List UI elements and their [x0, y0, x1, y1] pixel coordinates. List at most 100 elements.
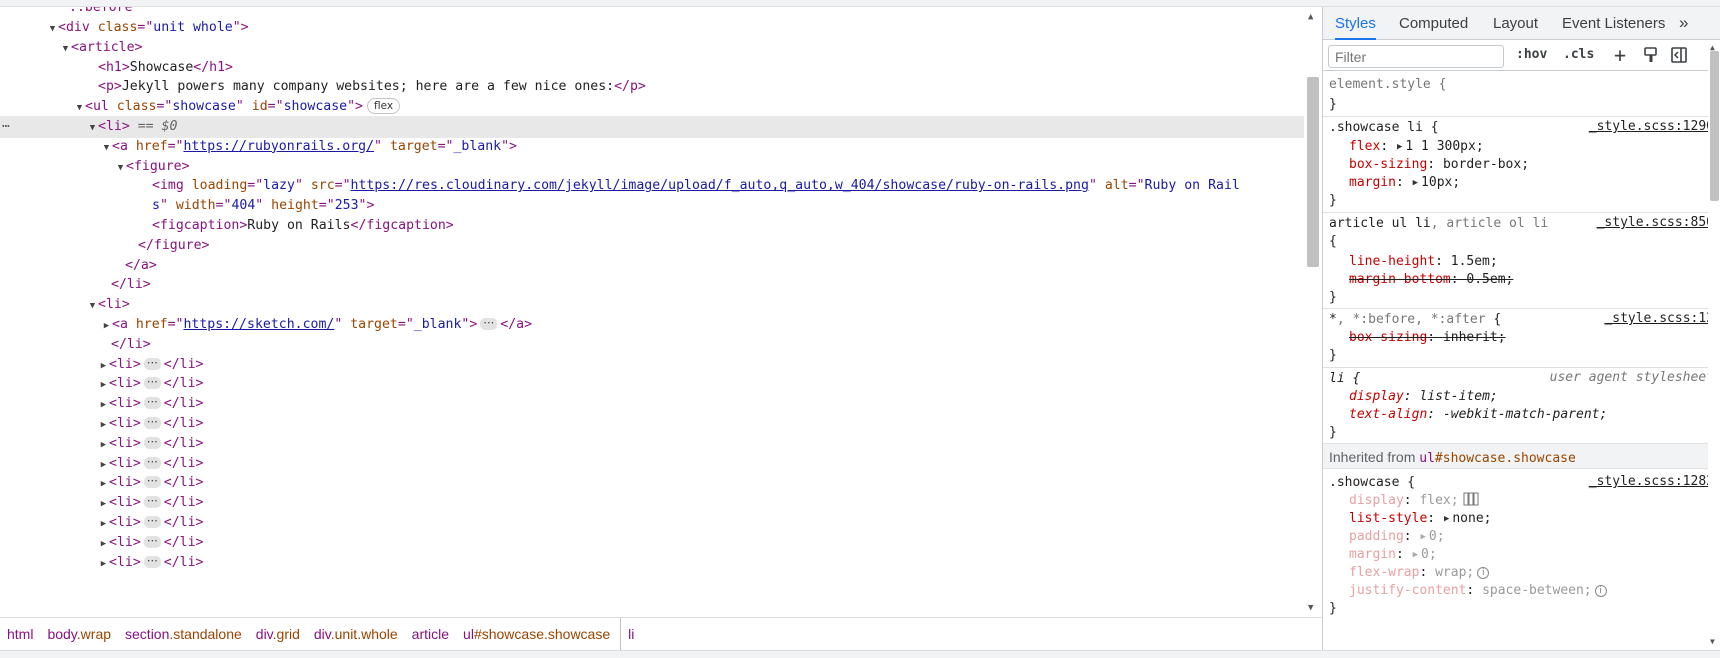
ellipsis-icon[interactable]: ⋯ — [143, 515, 161, 528]
cls-button[interactable]: .cls — [1563, 47, 1594, 62]
ellipsis-icon[interactable]: ⋯ — [143, 396, 161, 410]
dom-node[interactable]: </a> — [0, 255, 1304, 277]
breadcrumb-item[interactable]: html — [0, 618, 40, 651]
dom-node[interactable]: ▼ <article> — [0, 37, 1304, 59]
dom-node[interactable]: </li> — [0, 334, 1304, 356]
ellipsis-icon[interactable]: ⋯ — [143, 456, 161, 469]
dom-node[interactable]: </figure> — [0, 235, 1304, 257]
dom-node-collapsed[interactable]: ▶ <li> ⋯ </li> — [0, 413, 1304, 435]
expand-triangle-icon[interactable]: ▶ — [1444, 510, 1449, 528]
dom-node-collapsed[interactable]: ▶ <li> ⋯ </li> — [0, 433, 1304, 455]
scrollbar-thumb[interactable] — [1710, 51, 1719, 201]
dom-node[interactable]: s" width="404" height="253"> — [0, 195, 1304, 217]
dom-node[interactable]: ▼ <figure> — [0, 156, 1304, 178]
dom-node[interactable]: ▼ <li> — [0, 294, 1304, 316]
ellipsis-icon[interactable]: ⋯ — [143, 475, 161, 489]
flexbox-editor-icon[interactable] — [1463, 492, 1479, 506]
attribute-link[interactable]: https://sketch.com/ — [183, 317, 334, 332]
css-property-inactive[interactable]: display: flex; — [1349, 492, 1479, 510]
attribute-link[interactable]: https://rubyonrails.org/ — [183, 139, 374, 154]
rule-selector[interactable]: *, *:before, *:after { — [1329, 311, 1501, 329]
rule-source-link[interactable]: _style.scss:1282 — [1589, 474, 1714, 489]
css-property-inactive[interactable]: flex-wrap: wrap; i — [1349, 564, 1490, 582]
ellipsis-icon[interactable]: ⋯ — [143, 495, 161, 509]
more-tabs-icon[interactable]: » — [1679, 7, 1688, 40]
rule-selector[interactable]: .showcase li { — [1329, 119, 1439, 137]
dom-node[interactable]: ▼ <a href="https://rubyonrails.org/" targ… — [0, 136, 1304, 158]
dom-node-collapsed[interactable]: ▶ <li> ⋯ </li> — [0, 552, 1304, 574]
rule-source-link[interactable]: _style.scss:12 — [1604, 311, 1714, 326]
elements-tree[interactable]: ::before ▼ <div class="unit whole"> ▼ <artic… — [0, 7, 1304, 617]
css-property[interactable]: box-sizing: border-box; — [1349, 156, 1529, 174]
element-style-selector[interactable]: element.style { — [1329, 76, 1446, 94]
tab-layout[interactable]: Layout — [1493, 7, 1538, 40]
dom-node-selected[interactable]: ⋯ ▼ <li> == $0 — [0, 116, 1304, 138]
scroll-down-icon[interactable]: ▼ — [1308, 603, 1313, 613]
dom-node[interactable]: <figcaption>Ruby on Rails</figcaption> — [0, 215, 1304, 237]
breadcrumb-item[interactable]: li — [620, 617, 641, 651]
tab-event-listeners[interactable]: Event Listeners — [1562, 7, 1665, 40]
dom-node[interactable]: <img loading="lazy" src="https://res.clo… — [0, 175, 1304, 197]
elements-scrollbar[interactable]: ▲ ▼ — [1304, 7, 1320, 617]
dom-node-collapsed[interactable]: ▶ <li> ⋯ </li> — [0, 354, 1304, 376]
attribute-link[interactable]: https://res.cloudinary.com/jekyll/image/… — [351, 178, 1089, 193]
rule-selector[interactable]: .showcase { — [1329, 474, 1415, 492]
dom-node[interactable]: <h1>Showcase</h1> — [0, 57, 1304, 79]
scroll-up-icon[interactable]: ▲ — [1308, 12, 1313, 22]
dom-node-collapsed[interactable]: ▶ <li> ⋯ </li> — [0, 492, 1304, 514]
css-property[interactable]: list-style: ▶ none; — [1349, 510, 1492, 528]
paint-brush-icon[interactable] — [1641, 46, 1661, 66]
expand-triangle-icon[interactable]: ▶ — [1420, 528, 1425, 546]
tab-computed[interactable]: Computed — [1399, 7, 1468, 40]
breadcrumb-item[interactable]: ul#showcase.showcase — [456, 618, 617, 651]
breadcrumb-item[interactable]: section.standalone — [118, 618, 249, 651]
dom-node-collapsed[interactable]: ▶ <li> ⋯ </li> — [0, 373, 1304, 395]
css-property-overridden[interactable]: margin-bottom: 0.5em; — [1349, 271, 1513, 289]
css-property[interactable]: margin: ▶ 10px; — [1349, 174, 1460, 192]
rule-source-link[interactable]: _style.scss:1290 — [1589, 119, 1714, 134]
css-property-inactive[interactable]: justify-content: space-between; i — [1349, 582, 1607, 600]
dom-node-collapsed[interactable]: ▶ <li> ⋯ </li> — [0, 512, 1304, 534]
breadcrumb-item[interactable]: body.wrap — [40, 618, 118, 651]
scroll-down-icon[interactable]: ▼ — [1710, 637, 1715, 646]
expand-triangle-icon[interactable]: ▶ — [1413, 546, 1418, 564]
dom-node[interactable]: <p>Jekyll powers many company websites; … — [0, 76, 1304, 98]
ellipsis-icon[interactable]: ⋯ — [143, 436, 161, 449]
ellipsis-icon[interactable]: ⋯ — [143, 376, 161, 390]
dom-node-collapsed[interactable]: ▶ <li> ⋯ </li> — [0, 472, 1304, 494]
dom-node-collapsed[interactable]: ▶ <li> ⋯ </li> — [0, 453, 1304, 475]
ellipsis-icon[interactable]: ⋯ — [480, 317, 498, 330]
css-property-inactive[interactable]: padding: ▶ 0; — [1349, 528, 1445, 546]
info-icon[interactable]: i — [1477, 567, 1490, 579]
ellipsis-icon[interactable]: ⋯ — [143, 555, 161, 568]
dom-node-collapsed[interactable]: ▶ <li> ⋯ </li> — [0, 532, 1304, 554]
dom-node[interactable]: ▶ <a href="https://sketch.com/" target="_… — [0, 314, 1304, 336]
css-property-inactive[interactable]: margin: ▶ 0; — [1349, 546, 1437, 564]
breadcrumb-item[interactable]: div.grid — [249, 618, 307, 651]
expand-triangle-icon[interactable]: ▶ — [1413, 174, 1418, 192]
dom-node[interactable]: ▼ <ul class="showcase" id="showcase"> flex — [0, 96, 1304, 118]
ellipsis-icon[interactable]: ⋯ — [143, 535, 161, 548]
css-property[interactable]: line-height: 1.5em; — [1349, 253, 1498, 271]
rule-selector[interactable]: article ul li, article ol li — [1329, 215, 1548, 233]
ellipsis-icon[interactable]: ⋯ — [143, 357, 161, 370]
hov-button[interactable]: :hov — [1516, 47, 1547, 62]
new-style-rule-icon[interactable]: + — [1610, 45, 1630, 66]
dom-node-collapsed[interactable]: ▶ <li> ⋯ </li> — [0, 393, 1304, 415]
info-icon[interactable]: i — [1594, 585, 1607, 597]
rule-source-link[interactable]: _style.scss:850 — [1597, 215, 1714, 230]
scrollbar-thumb[interactable] — [1307, 77, 1319, 267]
toggle-sidebar-icon[interactable] — [1669, 46, 1689, 66]
flex-badge[interactable]: flex — [366, 98, 401, 115]
css-property-overridden[interactable]: box-sizing: inherit; — [1349, 329, 1506, 347]
tab-styles[interactable]: Styles — [1335, 7, 1376, 40]
rule-selector[interactable]: li { — [1329, 370, 1360, 388]
breadcrumb-item[interactable]: div.unit.whole — [307, 618, 405, 651]
inherited-element-link[interactable]: ul — [1419, 451, 1435, 466]
styles-scrollbar[interactable]: ▲ ▼ — [1708, 41, 1720, 650]
more-actions-icon[interactable]: ⋯ — [2, 116, 10, 138]
filter-input[interactable] — [1328, 45, 1504, 68]
css-property[interactable]: flex: ▶ 1 1 300px; — [1349, 138, 1484, 156]
expand-triangle-icon[interactable]: ▶ — [1397, 138, 1402, 156]
dom-node[interactable]: ▼ <div class="unit whole"> — [0, 17, 1304, 39]
